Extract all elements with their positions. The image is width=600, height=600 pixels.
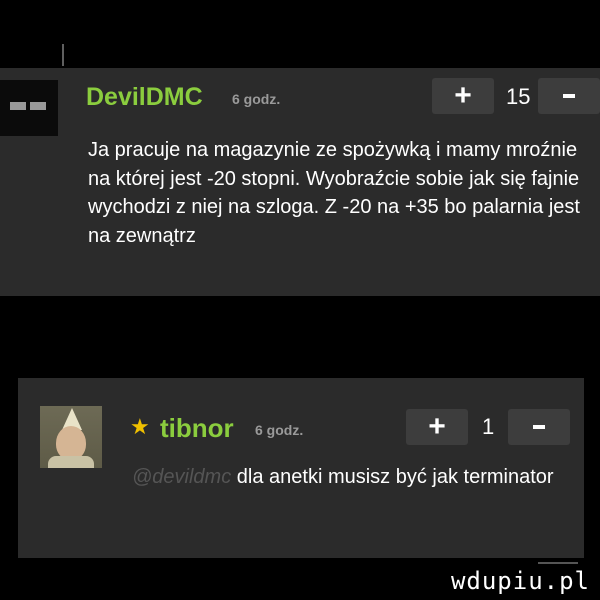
minus-icon [533, 425, 545, 429]
vote-score: 1 [482, 414, 495, 439]
shirt [48, 456, 94, 468]
minus-icon [563, 94, 575, 98]
upvote-button[interactable]: + [432, 78, 494, 114]
username-link[interactable]: DevilDMC [86, 82, 203, 112]
watermark-decoration [538, 562, 578, 564]
avatar[interactable] [0, 80, 58, 136]
plus-icon: + [428, 410, 446, 443]
downvote-button[interactable] [538, 78, 600, 114]
comment-text: Ja pracuje na magazynie ze spożywką i ma… [88, 139, 580, 247]
comment-body: dla anetki musisz być jak terminator [231, 466, 554, 488]
plus-icon: + [454, 79, 472, 112]
comment-time: 6 godz. [255, 422, 304, 438]
face [56, 426, 86, 460]
thread-line [62, 44, 64, 66]
avatar[interactable] [40, 406, 102, 468]
watermark: wdupiu.pl [450, 567, 590, 595]
star-icon: ★ [130, 414, 150, 439]
downvote-button[interactable] [508, 409, 570, 445]
comment-time: 6 godz. [232, 91, 281, 107]
avatar-logo-icon [10, 102, 46, 110]
username-link[interactable]: tibnor [160, 413, 234, 443]
upvote-button[interactable]: + [406, 409, 468, 445]
mention-link[interactable]: @devildmc [132, 466, 231, 488]
vote-score: 15 [506, 84, 531, 109]
comment-text: @devildmc dla anetki musisz być jak term… [132, 463, 572, 492]
